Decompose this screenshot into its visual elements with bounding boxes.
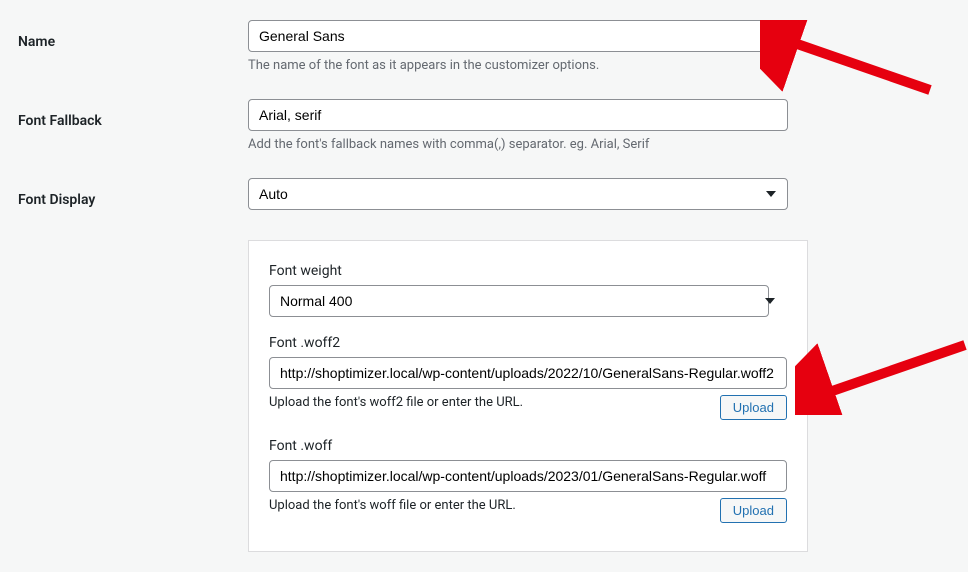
- fallback-label: Font Fallback: [18, 99, 248, 152]
- fallback-row: Font Fallback Add the font's fallback na…: [18, 99, 950, 152]
- fallback-field: Add the font's fallback names with comma…: [248, 99, 788, 152]
- woff-input[interactable]: [269, 460, 787, 492]
- weight-select[interactable]: Normal 400: [269, 285, 769, 317]
- name-label: Name: [18, 20, 248, 73]
- display-label: Font Display: [18, 178, 248, 210]
- woff-label: Font .woff: [269, 438, 787, 454]
- display-row: Font Display Auto: [18, 178, 950, 210]
- woff-upload-button[interactable]: Upload: [720, 498, 787, 523]
- woff-group: Font .woff Upload the font's woff file o…: [269, 438, 787, 523]
- name-row: Name The name of the font as it appears …: [18, 20, 950, 73]
- woff2-upload-button[interactable]: Upload: [720, 395, 787, 420]
- woff2-label: Font .woff2: [269, 335, 787, 351]
- woff2-group: Font .woff2 Upload the font's woff2 file…: [269, 335, 787, 420]
- name-helper: The name of the font as it appears in th…: [248, 58, 788, 73]
- display-select[interactable]: Auto: [248, 178, 788, 210]
- weight-group: Font weight Normal 400: [269, 263, 787, 317]
- woff2-input[interactable]: [269, 357, 787, 389]
- fallback-input[interactable]: [248, 99, 788, 131]
- name-field: The name of the font as it appears in th…: [248, 20, 788, 73]
- weight-label: Font weight: [269, 263, 787, 279]
- display-field: Auto: [248, 178, 788, 210]
- arrow-annotation-icon: [795, 335, 968, 415]
- woff-helper: Upload the font's woff file or enter the…: [269, 498, 516, 513]
- font-variant-panel: Font weight Normal 400 Font .woff2 Uploa…: [248, 240, 808, 552]
- woff2-helper: Upload the font's woff2 file or enter th…: [269, 395, 523, 410]
- name-input[interactable]: [248, 20, 788, 52]
- fallback-helper: Add the font's fallback names with comma…: [248, 137, 788, 152]
